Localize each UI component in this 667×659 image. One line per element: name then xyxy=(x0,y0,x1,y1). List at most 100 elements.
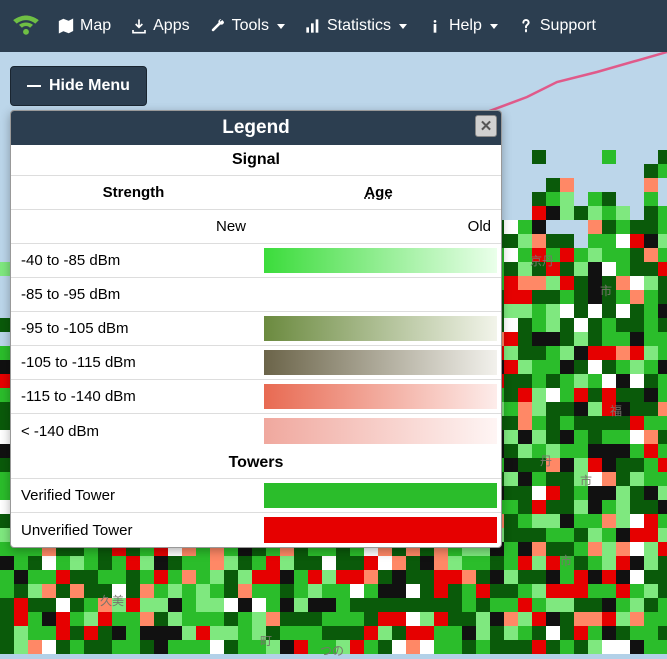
coverage-cell xyxy=(504,262,518,276)
coverage-cell xyxy=(616,500,630,514)
coverage-cell xyxy=(574,640,588,654)
signal-row-label: -115 to -140 dBm xyxy=(11,380,264,413)
nav-help[interactable]: Help xyxy=(417,0,508,52)
coverage-cell xyxy=(574,304,588,318)
coverage-cell xyxy=(630,374,644,388)
coverage-cell xyxy=(504,640,518,654)
coverage-cell xyxy=(644,248,658,262)
coverage-cell xyxy=(560,276,574,290)
coverage-cell xyxy=(574,402,588,416)
coverage-cell xyxy=(644,486,658,500)
nav-statistics[interactable]: Statistics xyxy=(295,0,417,52)
close-button[interactable]: ✕ xyxy=(475,115,497,137)
nav-apps[interactable]: Apps xyxy=(121,0,199,52)
coverage-cell xyxy=(462,612,476,626)
coverage-cell xyxy=(518,374,532,388)
coverage-cell xyxy=(658,360,667,374)
coverage-cell xyxy=(378,626,392,640)
coverage-cell xyxy=(518,626,532,640)
coverage-cell xyxy=(546,458,560,472)
coverage-cell xyxy=(560,248,574,262)
coverage-cell xyxy=(658,584,667,598)
coverage-cell xyxy=(588,332,602,346)
coverage-cell xyxy=(630,388,644,402)
coverage-cell xyxy=(658,402,667,416)
coverage-cell xyxy=(350,584,364,598)
coverage-cell xyxy=(56,584,70,598)
nav-tools[interactable]: Tools xyxy=(200,0,295,52)
coverage-cell xyxy=(630,570,644,584)
hide-menu-button[interactable]: Hide Menu xyxy=(10,66,147,106)
coverage-cell xyxy=(518,528,532,542)
coverage-cell xyxy=(420,556,434,570)
coverage-cell xyxy=(630,262,644,276)
coverage-cell xyxy=(0,612,14,626)
coverage-cell xyxy=(56,598,70,612)
coverage-cell xyxy=(616,598,630,612)
coverage-cell xyxy=(616,374,630,388)
coverage-cell xyxy=(308,584,322,598)
coverage-cell xyxy=(378,556,392,570)
coverage-cell xyxy=(574,360,588,374)
coverage-cell xyxy=(392,570,406,584)
coverage-cell xyxy=(644,276,658,290)
coverage-cell xyxy=(98,598,112,612)
coverage-cell xyxy=(630,234,644,248)
coverage-cell xyxy=(658,262,667,276)
coverage-cell xyxy=(504,626,518,640)
coverage-cell xyxy=(546,262,560,276)
coverage-cell xyxy=(574,598,588,612)
coverage-cell xyxy=(616,570,630,584)
coverage-cell xyxy=(518,304,532,318)
coverage-cell xyxy=(84,612,98,626)
coverage-cell xyxy=(574,318,588,332)
coverage-cell xyxy=(602,458,616,472)
coverage-cell xyxy=(70,626,84,640)
coverage-cell xyxy=(560,640,574,654)
coverage-cell xyxy=(70,598,84,612)
coverage-cell xyxy=(210,626,224,640)
coverage-cell xyxy=(658,500,667,514)
caret-down-icon xyxy=(277,24,285,29)
coverage-cell xyxy=(574,486,588,500)
coverage-cell xyxy=(252,584,266,598)
coverage-cell xyxy=(532,220,546,234)
coverage-cell xyxy=(546,500,560,514)
coverage-cell xyxy=(406,612,420,626)
coverage-cell xyxy=(532,598,546,612)
coverage-cell xyxy=(630,500,644,514)
minus-icon xyxy=(27,85,41,87)
coverage-cell xyxy=(588,248,602,262)
coverage-cell xyxy=(602,472,616,486)
coverage-cell xyxy=(196,640,210,654)
coverage-cell xyxy=(448,612,462,626)
coverage-cell xyxy=(602,374,616,388)
coverage-cell xyxy=(350,556,364,570)
coverage-cell xyxy=(504,444,518,458)
coverage-cell xyxy=(518,458,532,472)
nav-support[interactable]: Support xyxy=(508,0,606,52)
coverage-cell xyxy=(308,556,322,570)
coverage-cell xyxy=(644,192,658,206)
coverage-cell xyxy=(630,318,644,332)
coverage-cell xyxy=(546,206,560,220)
coverage-cell xyxy=(266,556,280,570)
coverage-cell xyxy=(294,612,308,626)
coverage-cell xyxy=(364,598,378,612)
coverage-cell xyxy=(0,626,14,640)
coverage-cell xyxy=(504,542,518,556)
coverage-cell xyxy=(518,472,532,486)
coverage-cell xyxy=(490,598,504,612)
coverage-cell xyxy=(644,402,658,416)
coverage-cell xyxy=(602,612,616,626)
coverage-cell xyxy=(196,598,210,612)
coverage-cell xyxy=(602,528,616,542)
nav-map[interactable]: Map xyxy=(48,0,121,52)
coverage-cell xyxy=(574,472,588,486)
coverage-cell xyxy=(70,556,84,570)
coverage-cell xyxy=(546,640,560,654)
coverage-cell xyxy=(0,570,14,584)
coverage-cell xyxy=(602,346,616,360)
coverage-cell xyxy=(406,640,420,654)
coverage-cell xyxy=(504,332,518,346)
